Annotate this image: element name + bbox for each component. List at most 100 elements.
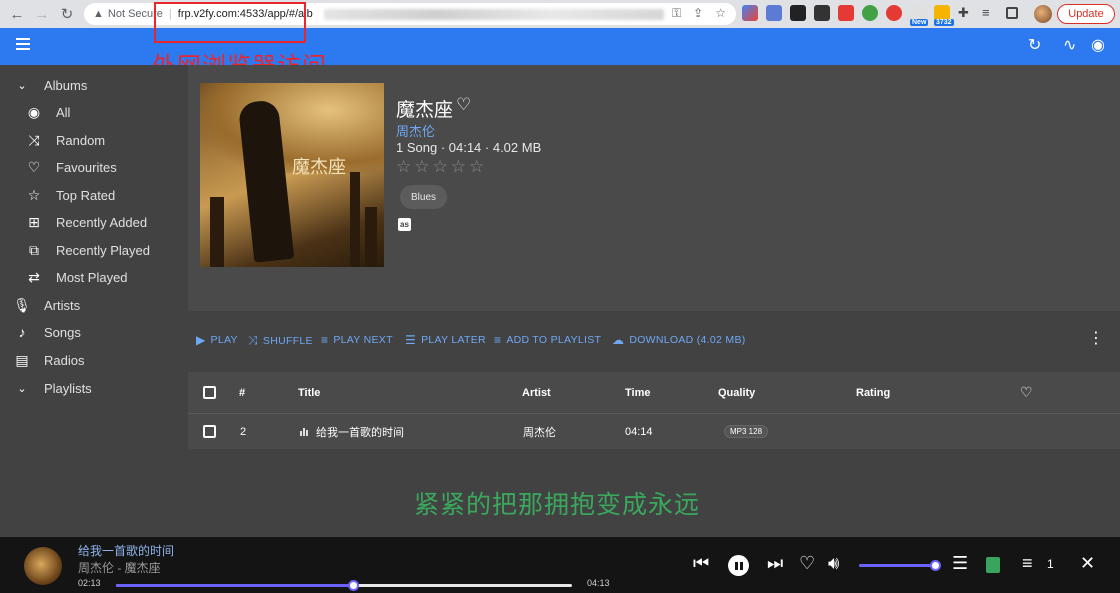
heart-outline-icon[interactable]: ♡ bbox=[799, 553, 815, 573]
share-icon[interactable]: ⇪ bbox=[693, 6, 703, 21]
key-icon[interactable]: ⚿ bbox=[672, 6, 681, 21]
extension-new-icon[interactable]: New bbox=[910, 5, 929, 26]
sidebar-albums[interactable]: ⌄ Albums bbox=[0, 72, 188, 98]
account-icon[interactable]: ◉ bbox=[1091, 36, 1105, 56]
volume-icon[interactable]: 🔊︎ bbox=[828, 553, 839, 573]
refresh-icon[interactable]: ↻ bbox=[1028, 36, 1041, 56]
chevron-down-icon: ⌄ bbox=[17, 382, 27, 395]
extension-icon[interactable] bbox=[790, 5, 806, 21]
favorite-heart-icon[interactable]: ♡ bbox=[456, 95, 471, 115]
now-playing-title[interactable]: 给我一首歌的时间 bbox=[78, 542, 174, 559]
extension-icon[interactable] bbox=[886, 5, 902, 21]
action-label: ADD TO PLAYLIST bbox=[506, 334, 602, 346]
col-rating[interactable]: Rating bbox=[856, 372, 890, 413]
duration: 04:13 bbox=[587, 578, 610, 588]
row-checkbox[interactable] bbox=[203, 414, 216, 449]
close-icon[interactable]: ✕ bbox=[1080, 553, 1095, 573]
pause-button[interactable] bbox=[728, 555, 749, 576]
lyrics-icon[interactable] bbox=[986, 557, 1000, 573]
shuffle-button[interactable]: ⤨ SHUFFLE bbox=[248, 333, 313, 348]
star-outline-icon[interactable]: ☆ bbox=[396, 157, 414, 176]
track-artist: 周杰伦 bbox=[523, 426, 556, 439]
puzzle-icon[interactable]: ✚ bbox=[958, 5, 974, 21]
sidebar-item-all[interactable]: ◉ All bbox=[0, 99, 188, 125]
reload-icon[interactable]: ↻ bbox=[56, 5, 78, 23]
sidebar-item-songs[interactable]: ♪ Songs bbox=[0, 319, 188, 345]
playlist-play-icon[interactable]: ≡ bbox=[1022, 553, 1033, 573]
queue-list-icon[interactable]: ☰ bbox=[952, 553, 968, 573]
browser-menu-icon[interactable]: ⋮ bbox=[1116, 8, 1120, 20]
heart-outline-icon[interactable]: ♡ bbox=[1020, 372, 1033, 413]
progress-handle[interactable] bbox=[348, 580, 360, 591]
skip-next-icon[interactable]: ⏭ bbox=[767, 553, 783, 573]
extension-icon[interactable] bbox=[766, 5, 782, 21]
sidebar-item-random[interactable]: ⤨ Random bbox=[0, 127, 188, 153]
rating-stars[interactable]: ☆☆☆☆☆ bbox=[396, 157, 487, 177]
extension-count-icon[interactable]: 3732 bbox=[934, 5, 954, 26]
equalizer-icon bbox=[300, 427, 308, 436]
sidebar-item-recently-added[interactable]: ⊞ Recently Added bbox=[0, 209, 188, 235]
star-outline-icon[interactable]: ☆ bbox=[469, 157, 487, 176]
star-outline-icon[interactable]: ☆ bbox=[451, 157, 469, 176]
activity-icon[interactable]: ∿ bbox=[1063, 36, 1076, 56]
extension-icon[interactable] bbox=[742, 5, 758, 21]
album-artist-link[interactable]: 周杰伦 bbox=[396, 121, 435, 140]
profile-avatar[interactable] bbox=[1034, 5, 1052, 23]
star-outline-icon[interactable]: ☆ bbox=[433, 157, 451, 176]
sidebar-item-recently-played[interactable]: ⧉ Recently Played bbox=[0, 237, 188, 263]
action-label: PLAY bbox=[210, 334, 238, 346]
forward-icon[interactable]: → bbox=[31, 6, 53, 23]
back-icon[interactable]: ← bbox=[6, 6, 28, 23]
add-to-playlist-button[interactable]: ≡ ADD TO PLAYLIST bbox=[494, 333, 601, 347]
sidebar-item-top-rated[interactable]: ☆ Top Rated bbox=[0, 182, 188, 208]
col-title[interactable]: Title bbox=[298, 372, 320, 413]
checkbox[interactable] bbox=[203, 386, 216, 399]
sidebar-playlists[interactable]: ⌄ Playlists bbox=[0, 375, 188, 401]
checkbox[interactable] bbox=[203, 425, 216, 438]
shuffle-icon: ⤨ bbox=[248, 333, 258, 347]
album-cover[interactable]: 魔杰座 bbox=[200, 83, 384, 267]
now-playing-cover[interactable] bbox=[24, 547, 62, 585]
action-label: DOWNLOAD (4.02 MB) bbox=[629, 334, 746, 346]
download-button[interactable]: ☁ DOWNLOAD (4.02 MB) bbox=[612, 333, 746, 347]
table-row[interactable]: 2 给我一首歌的时间 周杰伦 04:14 MP3 128 bbox=[188, 414, 1120, 449]
play-later-button[interactable]: ☰ PLAY LATER bbox=[405, 333, 486, 347]
col-number[interactable]: # bbox=[239, 372, 245, 413]
sidepanel-icon[interactable] bbox=[1006, 7, 1018, 19]
col-artist[interactable]: Artist bbox=[522, 372, 551, 413]
update-button[interactable]: Update bbox=[1057, 4, 1115, 24]
play-next-button[interactable]: ≡ PLAY NEXT bbox=[321, 333, 393, 347]
sidebar-item-artists[interactable]: 🎙︎ Artists bbox=[0, 292, 188, 318]
play-button[interactable]: ▶ PLAY bbox=[196, 333, 238, 347]
main-content: 魔杰座 魔杰座 ♡ 周杰伦 1 Song · 04:14 · 4.02 MB ☆… bbox=[188, 65, 1120, 537]
star-outline-icon[interactable]: ☆ bbox=[414, 157, 432, 176]
select-all-checkbox[interactable] bbox=[203, 372, 216, 413]
sidebar-label: Recently Played bbox=[56, 242, 150, 258]
lastfm-icon[interactable]: as bbox=[398, 218, 411, 231]
lyric-line: 紧紧的把那拥抱变成永远 bbox=[414, 490, 701, 519]
repeat-icon: ⇄ bbox=[28, 268, 40, 285]
extension-icon[interactable] bbox=[862, 5, 878, 21]
cloud-download-icon: ☁ bbox=[612, 333, 625, 347]
extension-icon[interactable] bbox=[838, 5, 854, 21]
menu-icon[interactable] bbox=[16, 38, 30, 50]
volume-slider[interactable] bbox=[859, 560, 941, 571]
sidebar-item-radios[interactable]: ▤ Radios bbox=[0, 347, 188, 373]
progress-slider[interactable] bbox=[116, 580, 572, 591]
extension-icon[interactable] bbox=[814, 5, 830, 21]
media-list-icon[interactable]: ≡ bbox=[982, 5, 998, 21]
current-time: 02:13 bbox=[78, 578, 101, 588]
col-quality[interactable]: Quality bbox=[718, 372, 755, 413]
col-time[interactable]: Time bbox=[625, 372, 650, 413]
volume-handle[interactable] bbox=[930, 560, 941, 571]
album-meta: 1 Song · 04:14 · 4.02 MB bbox=[396, 140, 542, 155]
sidebar-item-favourites[interactable]: ♡ Favourites bbox=[0, 154, 188, 180]
bookmark-star-icon[interactable]: ☆ bbox=[715, 6, 726, 21]
skip-previous-icon[interactable]: ⏮ bbox=[693, 553, 709, 573]
sidebar-label: Top Rated bbox=[56, 187, 116, 203]
more-vertical-icon[interactable]: ⋮ bbox=[1088, 331, 1104, 347]
sidebar-label: Recently Added bbox=[56, 214, 148, 230]
table-header: # Title Artist Time Quality Rating ♡ bbox=[188, 372, 1120, 414]
genre-chip[interactable]: Blues bbox=[400, 185, 448, 209]
sidebar-item-most-played[interactable]: ⇄ Most Played bbox=[0, 264, 188, 290]
